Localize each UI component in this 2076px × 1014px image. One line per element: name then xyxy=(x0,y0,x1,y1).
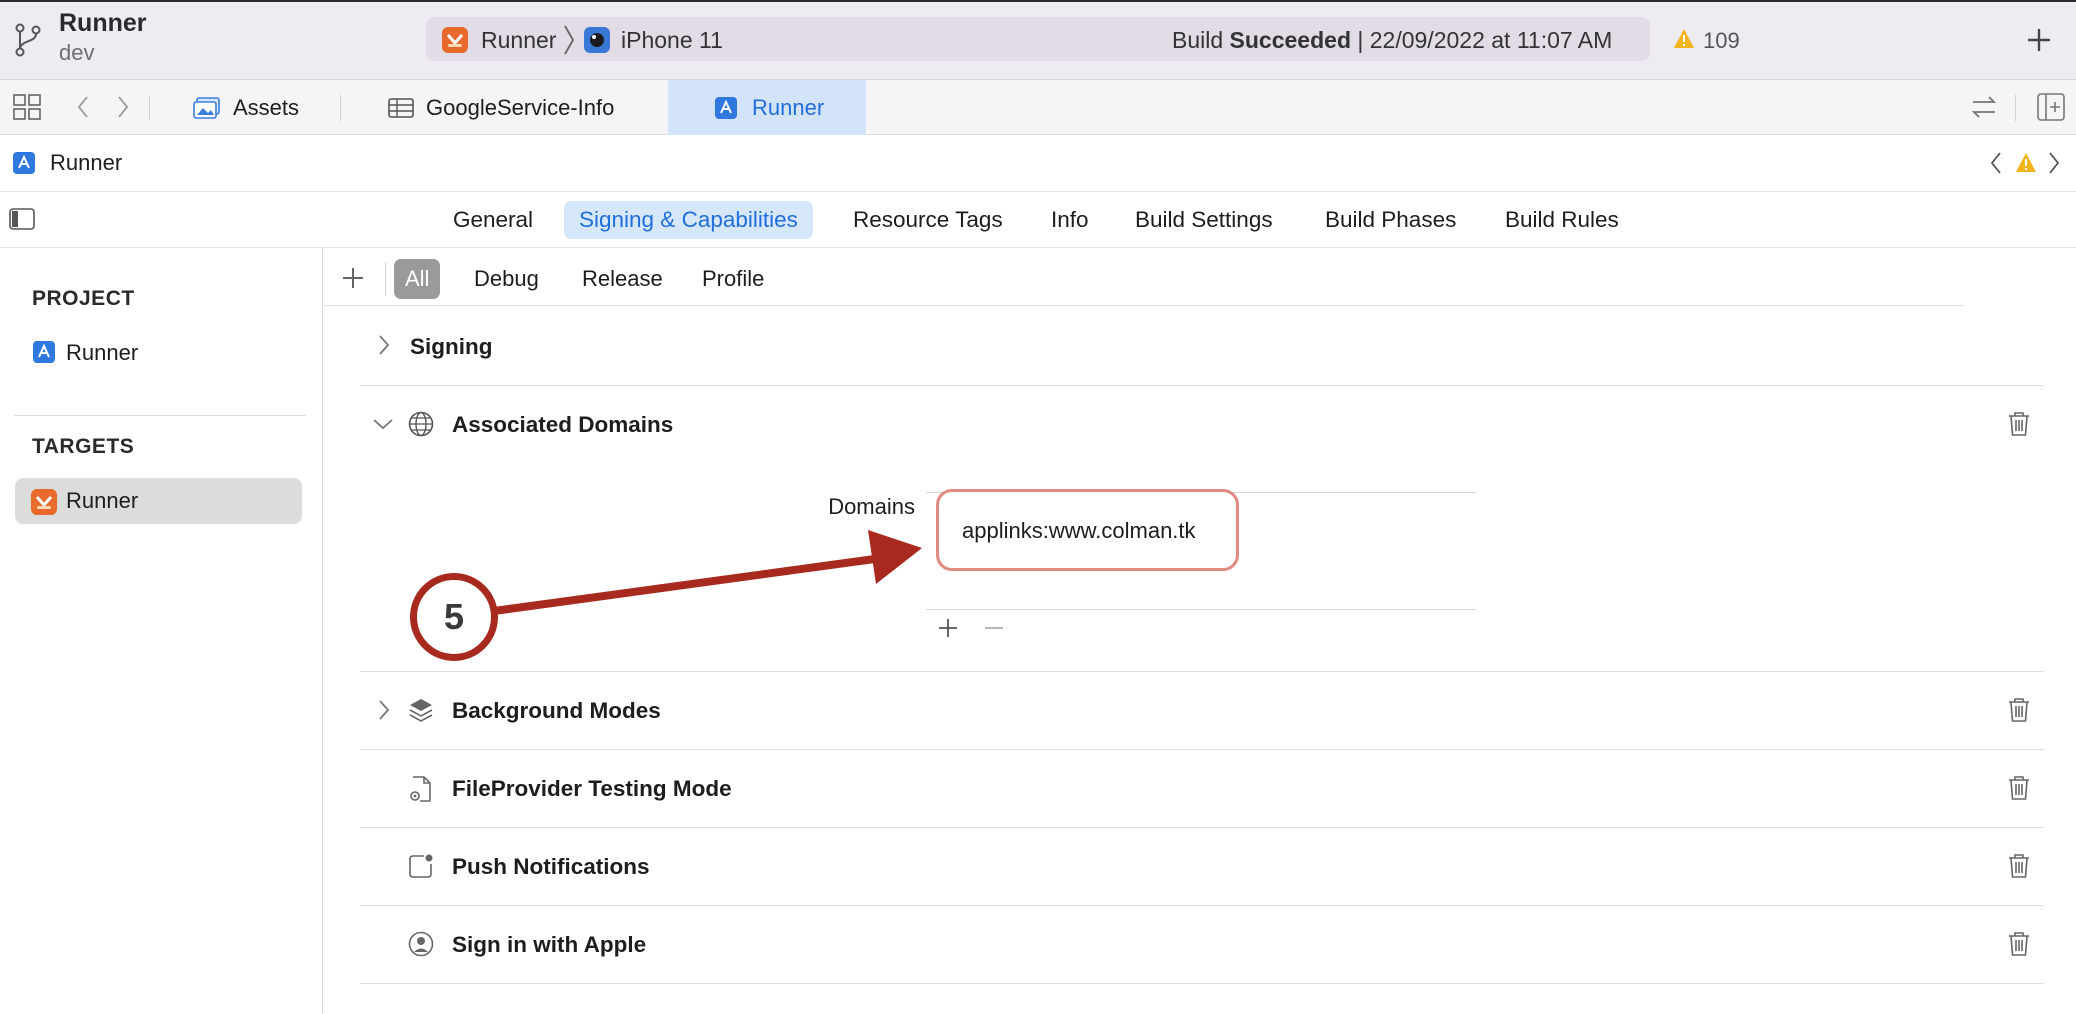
capability-divider xyxy=(360,671,2044,672)
notification-badge-icon xyxy=(408,853,434,879)
person-circle-icon xyxy=(408,931,434,957)
capability-background-modes[interactable]: Background Modes xyxy=(452,698,661,724)
capability-sign-in-with-apple[interactable]: Sign in with Apple xyxy=(452,932,646,958)
trash-icon[interactable] xyxy=(2008,775,2030,801)
trash-icon[interactable] xyxy=(2008,697,2030,723)
capability-divider xyxy=(360,983,2044,984)
trash-icon[interactable] xyxy=(2008,853,2030,879)
capability-push-notifications[interactable]: Push Notifications xyxy=(452,854,650,880)
capability-divider xyxy=(360,905,2044,906)
trash-icon[interactable] xyxy=(2008,931,2030,957)
capability-divider xyxy=(360,749,2044,750)
document-gear-icon xyxy=(408,775,434,803)
step-number-badge: 5 xyxy=(410,573,498,661)
layers-icon xyxy=(408,697,434,723)
capability-fileprovider-testing-mode[interactable]: FileProvider Testing Mode xyxy=(452,776,732,802)
capability-divider xyxy=(360,827,2044,828)
disclosure-chevron-right-icon[interactable] xyxy=(378,699,390,721)
annotation-arrow xyxy=(490,530,922,615)
